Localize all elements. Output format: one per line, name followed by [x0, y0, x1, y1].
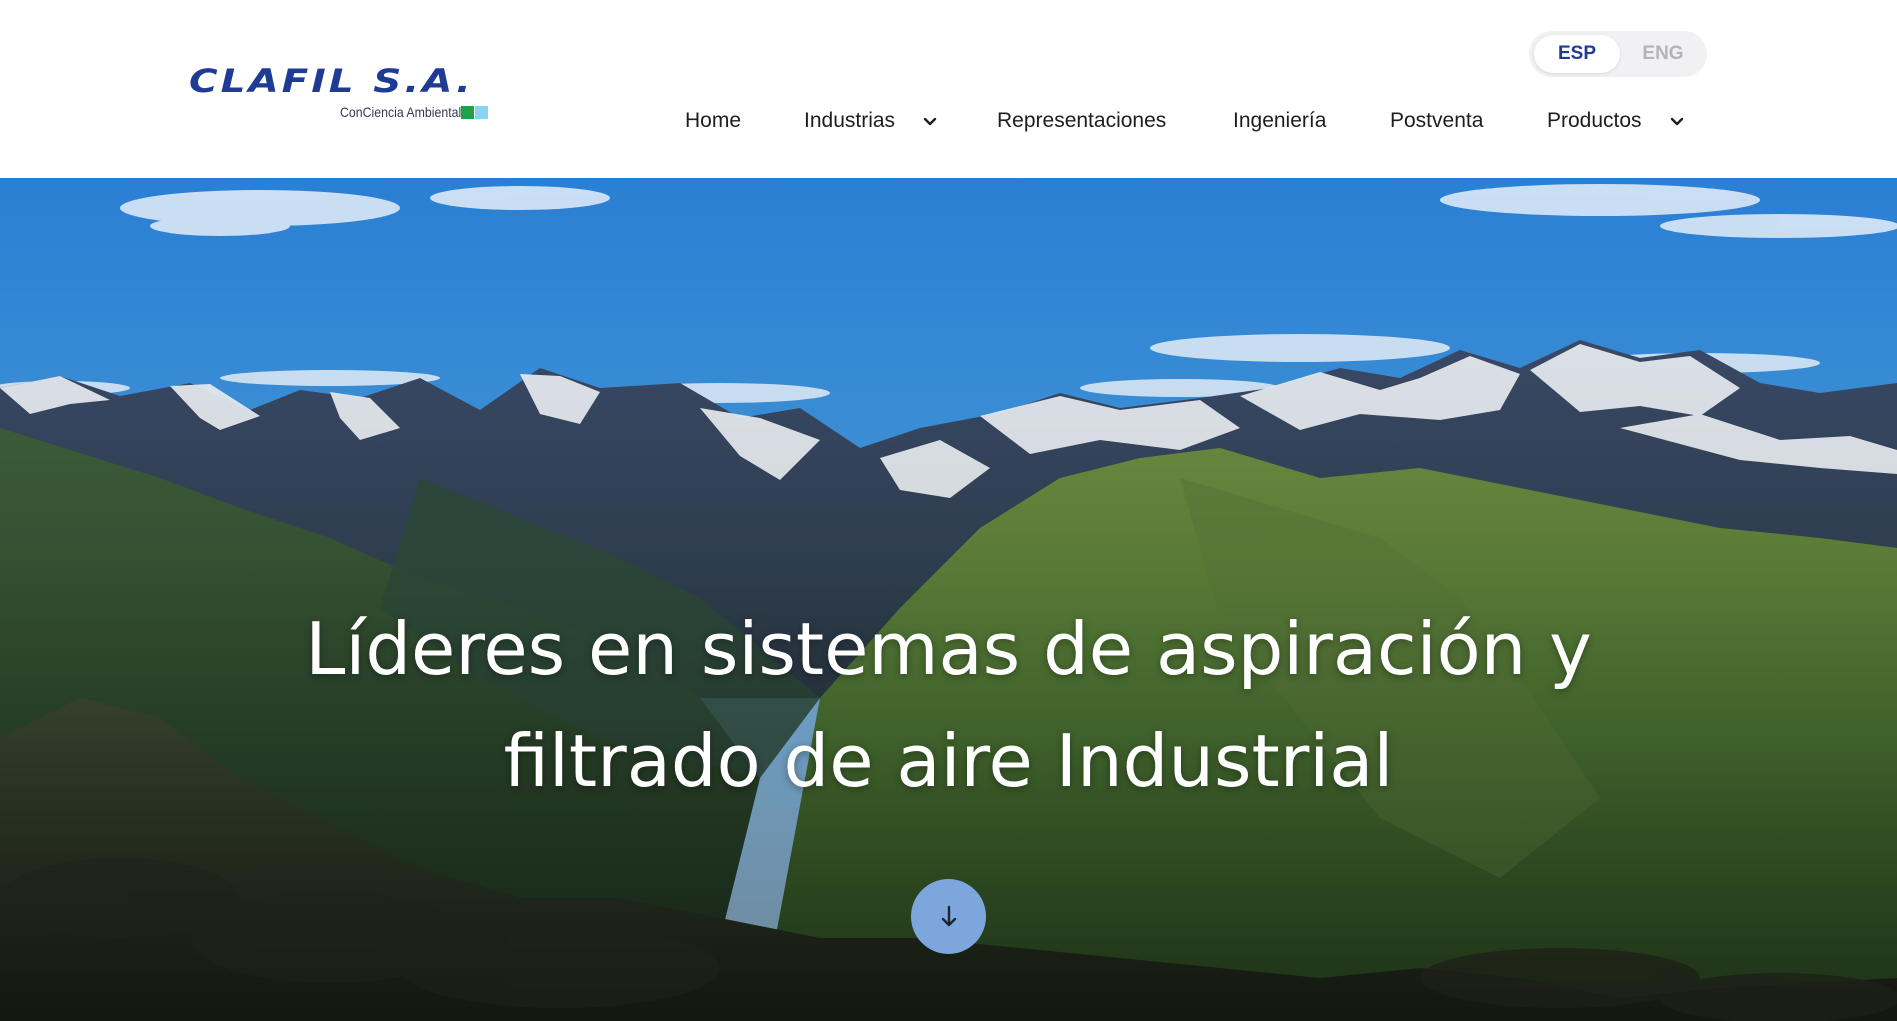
nav-item-label: Ingeniería	[1233, 109, 1327, 132]
site-header: CLAFIL S.A. ConCiencia Ambiental ESP ENG…	[0, 0, 1897, 178]
nav-item-ingenieria[interactable]: Ingeniería	[1233, 106, 1326, 136]
hero-headline-line1: Líderes en sistemas de aspiración y	[305, 607, 1592, 691]
nav-item-productos[interactable]: Productos	[1547, 106, 1692, 136]
nav-item-label: Productos	[1547, 109, 1642, 132]
language-option-eng[interactable]: ENG	[1623, 35, 1703, 73]
logo-green-square	[461, 106, 474, 119]
chevron-down-icon	[1670, 117, 1684, 126]
language-switcher: ESP ENG	[1529, 31, 1707, 77]
nav-item-label: Postventa	[1390, 109, 1484, 132]
hero-headline-line2: filtrado de aire Industrial	[503, 719, 1394, 803]
hero-headline: Líderes en sistemas de aspiración y filt…	[0, 593, 1897, 817]
scroll-down-button[interactable]	[911, 879, 986, 954]
nav-item-representaciones[interactable]: Representaciones	[997, 106, 1166, 136]
nav-item-label: Home	[685, 109, 742, 132]
brand-logo[interactable]: CLAFIL S.A. ConCiencia Ambiental	[189, 66, 499, 126]
nav-item-postventa[interactable]: Postventa	[1390, 106, 1483, 136]
logo-wordmark: CLAFIL S.A.	[189, 63, 474, 101]
logo-blue-square	[475, 106, 488, 119]
nav-item-label: Representaciones	[997, 109, 1167, 132]
hero-banner: Líderes en sistemas de aspiración y filt…	[0, 178, 1897, 1021]
nav-item-label: Industrias	[804, 109, 896, 132]
arrow-down-icon	[941, 905, 956, 926]
nav-item-home[interactable]: Home	[685, 106, 741, 136]
chevron-down-icon	[923, 117, 937, 126]
logo-tagline: ConCiencia Ambiental	[340, 104, 462, 120]
language-option-esp[interactable]: ESP	[1534, 35, 1620, 73]
nav-item-industrias[interactable]: Industrias	[804, 106, 944, 136]
